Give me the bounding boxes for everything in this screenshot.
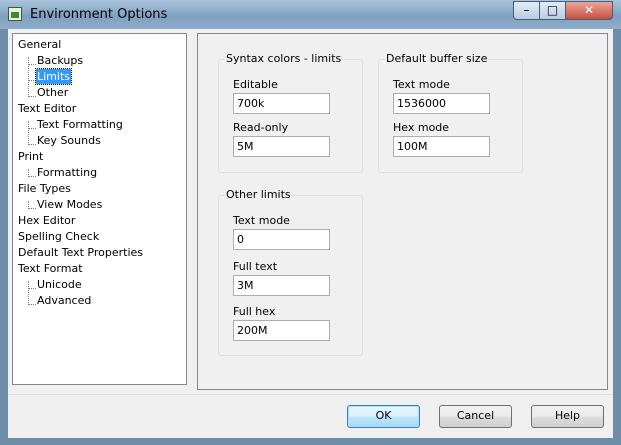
tree-connector (28, 121, 29, 145)
tree-connector (29, 80, 36, 81)
tree-item-limits[interactable]: Limits (35, 68, 72, 85)
buffer-hex-mode-label: Hex mode (393, 121, 450, 134)
title-bar[interactable]: Environment Options – □ ✕ (0, 0, 621, 29)
tree-connector (29, 208, 36, 209)
environment-options-window: Environment Options – □ ✕ General Backup… (0, 0, 621, 445)
group-title: Default buffer size (385, 52, 489, 65)
tree-connector (29, 128, 36, 129)
buffer-text-mode-input[interactable]: 1536000 (393, 93, 490, 114)
tree-item-default-text-properties[interactable]: Default Text Properties (17, 245, 144, 260)
full-text-input[interactable]: 3M (233, 275, 330, 296)
tree-item-text-format[interactable]: Text Format (17, 261, 84, 276)
editable-label: Editable (233, 78, 278, 91)
dialog-footer: OK Cancel Help (8, 394, 613, 438)
tree-item-formatting[interactable]: Formatting (36, 165, 98, 180)
options-tree[interactable]: General Backups Limits Other Text Editor… (12, 33, 187, 385)
tree-item-unicode[interactable]: Unicode (36, 277, 83, 292)
other-text-mode-input[interactable]: 0 (233, 229, 330, 250)
ok-button[interactable]: OK (347, 405, 420, 428)
readonly-label: Read-only (233, 121, 289, 134)
tree-connector (29, 304, 36, 305)
tree-item-view-modes[interactable]: View Modes (36, 197, 103, 212)
tree-item-spelling-check[interactable]: Spelling Check (17, 229, 100, 244)
default-buffer-size-group: Default buffer size Text mode 1536000 He… (378, 52, 523, 173)
full-hex-label: Full hex (233, 305, 276, 318)
tree-item-backups[interactable]: Backups (36, 53, 84, 68)
minimize-button[interactable]: – (513, 1, 540, 20)
syntax-colors-limits-group: Syntax colors - limits Editable 700k Rea… (218, 52, 363, 173)
app-icon (8, 7, 22, 21)
tree-connector (28, 57, 29, 97)
limits-settings-panel: Syntax colors - limits Editable 700k Rea… (197, 33, 608, 390)
full-text-label: Full text (233, 260, 278, 273)
tree-connector (29, 64, 36, 65)
close-button[interactable]: ✕ (565, 1, 613, 20)
tree-item-other[interactable]: Other (36, 85, 69, 100)
editable-input[interactable]: 700k (233, 93, 330, 114)
tree-item-key-sounds[interactable]: Key Sounds (36, 133, 102, 148)
other-text-mode-label: Text mode (233, 214, 290, 227)
maximize-button[interactable]: □ (539, 1, 566, 20)
tree-item-print[interactable]: Print (17, 149, 44, 164)
tree-item-advanced[interactable]: Advanced (36, 293, 92, 308)
group-title: Syntax colors - limits (225, 52, 343, 65)
tree-connector (29, 96, 36, 97)
help-button[interactable]: Help (531, 405, 604, 428)
cancel-button[interactable]: Cancel (439, 405, 512, 428)
window-title: Environment Options (30, 7, 168, 22)
tree-item-text-formatting[interactable]: Text Formatting (36, 117, 124, 132)
tree-item-text-editor[interactable]: Text Editor (17, 101, 77, 116)
tree-item-file-types[interactable]: File Types (17, 181, 72, 196)
tree-connector (29, 288, 36, 289)
tree-item-hex-editor[interactable]: Hex Editor (17, 213, 76, 228)
readonly-input[interactable]: 5M (233, 136, 330, 157)
buffer-text-mode-label: Text mode (393, 78, 450, 91)
tree-connector (28, 281, 29, 305)
tree-connector (29, 176, 36, 177)
dialog-body: General Backups Limits Other Text Editor… (8, 29, 613, 438)
full-hex-input[interactable]: 200M (233, 320, 330, 341)
tree-item-general[interactable]: General (17, 37, 62, 52)
other-limits-group: Other limits Text mode 0 Full text 3M Fu… (218, 188, 363, 356)
buffer-hex-mode-input[interactable]: 100M (393, 136, 490, 157)
group-title: Other limits (225, 188, 292, 201)
tree-connector (29, 144, 36, 145)
